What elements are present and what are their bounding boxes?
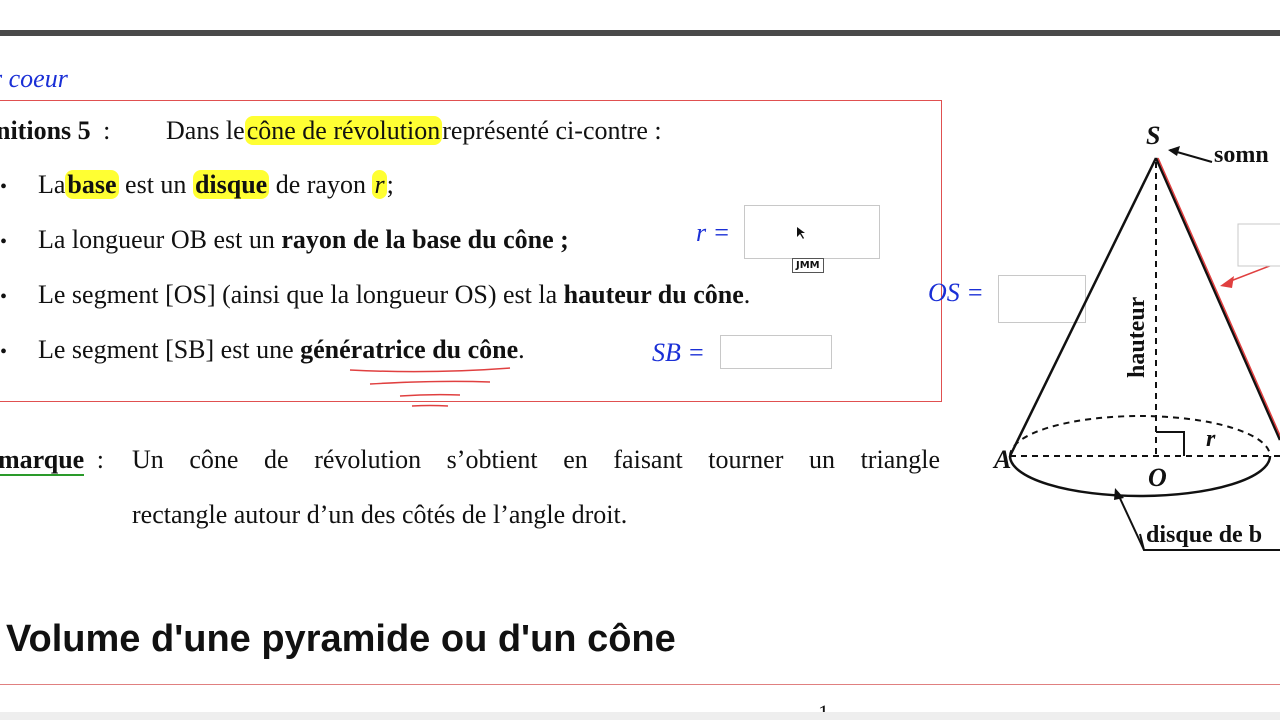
intro-pre: Dans le — [166, 116, 245, 145]
item1-disque: disque — [192, 170, 270, 199]
item-3: Le segment [OS] (ainsi que la longueur O… — [38, 280, 750, 310]
label-S: S — [1146, 121, 1160, 150]
item1-a: La — [38, 170, 66, 199]
item-1: Labase est un disque de rayon r; — [38, 170, 394, 200]
r-input[interactable] — [744, 205, 880, 259]
red-arrowhead — [1220, 276, 1234, 288]
label-A: A — [992, 445, 1011, 474]
item1-base: base — [65, 170, 119, 199]
item3-b: hauteur du cône — [563, 280, 744, 309]
label-O: O — [1148, 463, 1167, 492]
cursor-icon — [797, 227, 805, 239]
bullet-4: • — [0, 341, 8, 363]
definition-label: nitions 5 — [0, 116, 91, 145]
item-4: Le segment [SB] est une génératrice du c… — [38, 335, 525, 365]
disc-arrowhead — [1114, 488, 1124, 500]
base-ellipse-front — [1008, 455, 1272, 498]
bottom-strip — [0, 712, 1280, 720]
section-divider — [0, 684, 1280, 685]
item1-c: est un — [125, 170, 187, 199]
cone-figure: S A O r somn hauteur disque de b — [992, 121, 1280, 551]
item4-b: génératrice du cône — [300, 335, 519, 364]
cone-right-edge — [1154, 157, 1280, 441]
cursor-badge: JMM — [792, 258, 824, 273]
definition-sep: : — [103, 116, 111, 145]
definition-intro: Dans lecône de révolutionreprésenté ci-c… — [166, 116, 662, 146]
top-toolbar — [0, 0, 1280, 30]
item1-r: r — [372, 170, 387, 199]
section2-title: Volume d'une pyramide ou d'un cône — [6, 618, 676, 660]
item2-b: rayon de la base du cône ; — [281, 225, 569, 254]
item3-c: . — [743, 280, 751, 309]
label-hauteur: hauteur — [1124, 296, 1150, 378]
item1-g: ; — [386, 170, 394, 199]
item1-e: de rayon — [275, 170, 366, 199]
intro-highlight: cône de révolution — [244, 116, 443, 145]
item4-a: Le segment [SB] est une — [38, 335, 294, 364]
r-field-label: r = — [696, 218, 731, 247]
label-sommet: somn — [1214, 142, 1269, 168]
sb-field-label: SB = — [652, 338, 705, 367]
definition-heading: nitions 5 : — [0, 116, 110, 146]
bullet-3: • — [0, 286, 8, 308]
bullet-1: • — [0, 176, 8, 198]
bullet-2: • — [0, 231, 8, 253]
item4-c: . — [518, 335, 525, 364]
os-field-label: OS = — [928, 278, 984, 307]
sb-input[interactable] — [720, 335, 832, 369]
intro-post: représenté ci-contre : — [442, 116, 662, 145]
item2-a: La longueur OB est un — [38, 225, 275, 254]
remark-line-1: Un cône de révolution s’obtient en faisa… — [132, 445, 940, 474]
disc-arrow — [1117, 493, 1145, 551]
label-r: r — [1206, 426, 1216, 452]
right-angle-mark — [1156, 431, 1185, 456]
remark-label: marque — [0, 445, 85, 476]
item3-a: Le segment [OS] (ainsi que la longueur O… — [38, 280, 558, 309]
summit-arrowhead — [1168, 146, 1180, 156]
handwritten-underline — [349, 367, 511, 407]
toolbar-divider — [0, 30, 1280, 36]
remark-sep: : — [96, 445, 104, 474]
remark-line-2: rectangle autour d’un des côtés de l’ang… — [132, 500, 628, 529]
figure-input-box[interactable] — [1237, 223, 1280, 267]
item-2: La longueur OB est un rayon de la base d… — [38, 225, 569, 255]
label-disque: disque de b — [1146, 522, 1262, 548]
remark-heading: marque : — [0, 445, 104, 476]
base-ellipse-back — [1009, 415, 1271, 457]
section-fragment: r coeur — [0, 64, 68, 93]
